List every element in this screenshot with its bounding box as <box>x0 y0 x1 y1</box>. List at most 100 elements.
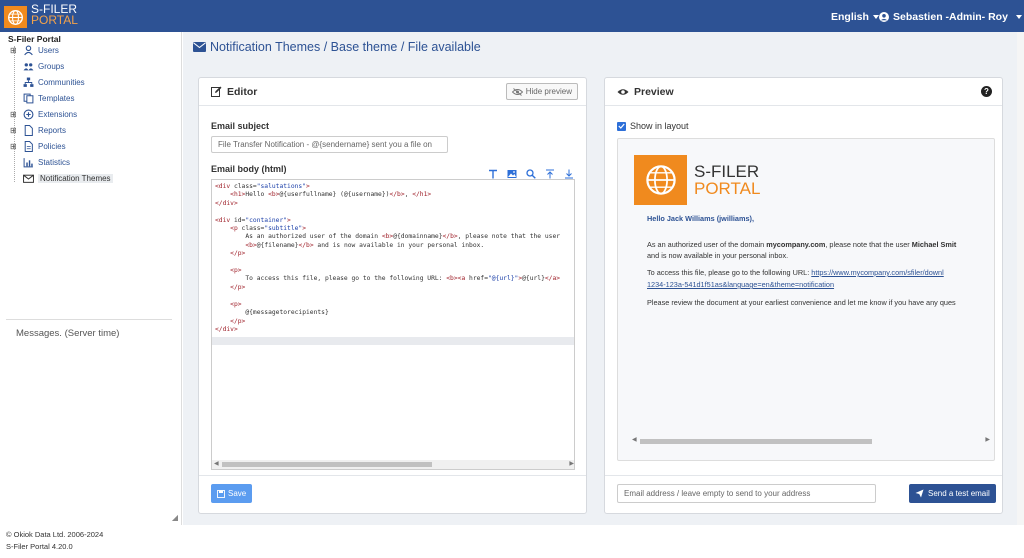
code-line: <p> <box>230 300 242 308</box>
text-format-icon[interactable] <box>488 166 498 179</box>
editor-toolbar <box>488 166 574 179</box>
code-line: <div id="container"> <box>215 216 291 224</box>
user-icon <box>24 45 33 56</box>
main-content: Notification Themes / Base theme / File … <box>183 32 1024 525</box>
preview-card-footer: Email address / leave empty to send to y… <box>605 475 1002 513</box>
code-line: To access this file, please go to the fo… <box>215 275 561 283</box>
sidebar-item-policies[interactable]: ⊞ Policies <box>10 139 66 154</box>
globe-logo-icon <box>634 155 687 205</box>
sidebar-item-users[interactable]: ⊞ Users <box>10 43 59 58</box>
globe-logo-icon <box>4 6 27 28</box>
code-editor[interactable]: <div class="salutations"> <h1>Hello <b>@… <box>211 179 575 470</box>
expand-toggle-icon[interactable]: ⊞ <box>10 110 19 119</box>
sidebar-item-communities[interactable]: Communities <box>10 75 85 90</box>
checkbox-checked-icon[interactable] <box>617 121 626 131</box>
code-line: @{messagetorecipients} <box>215 309 329 317</box>
preview-title: Preview <box>634 85 674 98</box>
sidebar-item-label: Policies <box>38 142 66 151</box>
preview-horizontal-scrollbar[interactable]: ◀ ▶ <box>632 436 990 446</box>
resize-handle-icon[interactable]: ◢ <box>172 513 178 522</box>
expand-toggle-icon[interactable]: ⊞ <box>10 142 19 151</box>
email-subject-input[interactable]: File Transfer Notification - @{sendernam… <box>211 136 448 153</box>
editor-card-footer: Save <box>199 475 586 513</box>
page-vertical-scrollbar[interactable] <box>1017 32 1024 525</box>
code-line: </div> <box>215 199 238 207</box>
app-root: S-FILER PORTAL English Sebastien -Admin-… <box>0 0 1024 558</box>
code-line: <b>@{filename}</b> and is now available … <box>245 241 485 249</box>
code-line: <p class="subtitle"> <box>230 225 307 233</box>
code-content[interactable]: <div class="salutations"> <h1>Hello <b>@… <box>212 180 574 343</box>
sidebar-item-label: Statistics <box>38 158 71 167</box>
download-icon[interactable] <box>564 166 574 179</box>
messages-title: Messages. (Server time) <box>16 328 120 339</box>
page-title-text: Notification Themes / Base theme / File … <box>210 40 481 54</box>
scroll-right-icon[interactable]: ▶ <box>569 460 574 467</box>
editor-horizontal-scrollbar[interactable]: ◀ ▶ <box>212 460 574 469</box>
page-footer: © Okiok Data Ltd. 2006-2024 S-Filer Port… <box>0 525 1024 558</box>
expand-toggle-icon[interactable]: ⊞ <box>10 126 19 135</box>
version-text: S-Filer Portal 4.20.0 <box>6 542 73 551</box>
sidebar-item-label: Notification Themes <box>38 174 113 183</box>
preview-logo-text: S-FILER PORTAL <box>694 163 760 197</box>
code-line: </p> <box>230 283 246 291</box>
sidebar-item-extensions[interactable]: ⊞ Extensions <box>10 107 77 122</box>
top-navbar: S-FILER PORTAL English Sebastien -Admin-… <box>0 0 1024 32</box>
preview-paragraph-1-line-2: and is now available in your personal in… <box>647 251 789 260</box>
sidebar-item-label: Users <box>38 46 59 55</box>
sidebar-item-statistics[interactable]: Statistics <box>10 155 70 170</box>
preview-paragraph-1: As an authorized user of the domain myco… <box>647 240 957 249</box>
email-body-label: Email body (html) <box>211 164 287 174</box>
file-alt-icon <box>24 141 33 152</box>
sidebar: S-Filer Portal ⊞ Users Groups Communitie… <box>0 32 182 525</box>
language-label: English <box>831 11 869 23</box>
scrollbar-thumb[interactable] <box>640 439 872 444</box>
code-line: As an authorized user of the domain <b>@… <box>215 233 561 241</box>
sidebar-item-templates[interactable]: Templates <box>10 91 74 106</box>
show-in-layout-label: Show in layout <box>630 121 689 131</box>
sidebar-item-notification-themes[interactable]: Notification Themes <box>10 171 113 186</box>
save-icon <box>217 489 225 498</box>
search-icon[interactable] <box>526 166 536 179</box>
sidebar-item-label: Groups <box>38 62 65 71</box>
scroll-left-icon[interactable]: ◀ <box>632 436 637 443</box>
hide-preview-button[interactable]: Hide preview <box>505 83 578 100</box>
save-button[interactable]: Save <box>211 484 253 503</box>
eye-icon <box>617 88 629 95</box>
edit-icon <box>211 86 222 97</box>
show-in-layout-checkbox[interactable]: Show in layout <box>617 121 689 131</box>
save-label: Save <box>228 489 247 498</box>
test-email-input[interactable]: Email address / leave empty to send to y… <box>617 484 876 503</box>
editor-card: Editor Hide preview Email subject File T… <box>198 77 587 514</box>
copyright-text: © Okiok Data Ltd. 2006-2024 <box>6 530 104 539</box>
file-icon <box>24 125 33 136</box>
scrollbar-thumb[interactable] <box>222 462 432 467</box>
logo-line-2: PORTAL <box>31 13 78 27</box>
preview-url-link[interactable]: https://www.mycompany.com/sfiler/downl <box>811 268 943 277</box>
plus-circle-icon <box>23 109 34 120</box>
help-icon[interactable]: ? <box>981 86 992 97</box>
image-icon[interactable] <box>507 166 517 178</box>
send-test-email-button[interactable]: Send a test email <box>909 484 996 503</box>
sidebar-item-reports[interactable]: ⊞ Reports <box>10 123 66 138</box>
scroll-right-icon[interactable]: ▶ <box>985 436 990 443</box>
expand-toggle-icon[interactable]: ⊞ <box>10 46 19 55</box>
email-subject-label: Email subject <box>211 121 270 131</box>
sidebar-item-label: Reports <box>38 126 67 135</box>
envelope-icon <box>23 174 34 183</box>
preview-paragraph-3: Please review the document at your earli… <box>647 298 956 307</box>
user-menu[interactable]: Sebastien -Admin- Roy <box>879 11 1022 23</box>
preview-card: Preview ? Show in layout S-FILER PORTAL … <box>604 77 1003 514</box>
preview-url-link-line-2[interactable]: 1234-123a-541d1f51as&language=en&theme=n… <box>647 280 834 289</box>
language-dropdown[interactable]: English <box>831 11 879 23</box>
preview-greeting: Hello Jack Williams (jwilliams), <box>647 214 754 223</box>
chevron-down-icon <box>1015 15 1022 19</box>
code-line: </div> <box>215 325 238 333</box>
sidebar-item-label: Communities <box>38 78 85 87</box>
code-line: </p> <box>230 250 246 258</box>
sidebar-item-groups[interactable]: Groups <box>10 59 64 74</box>
brand-logo-text[interactable]: S-FILER PORTAL <box>31 3 78 27</box>
upload-icon[interactable] <box>545 166 555 179</box>
hide-preview-label: Hide preview <box>525 87 572 96</box>
user-circle-icon <box>879 12 889 22</box>
scroll-left-icon[interactable]: ◀ <box>214 460 219 467</box>
